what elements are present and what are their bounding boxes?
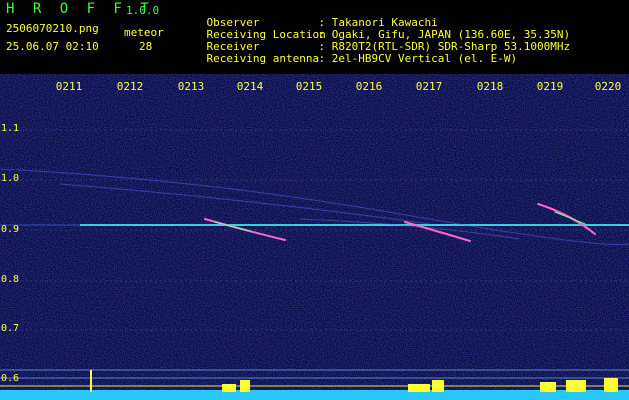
x-tick-label: 0211 [55, 80, 83, 93]
y-tick-label: 0.9 [1, 224, 20, 235]
noise-texture [0, 74, 629, 400]
x-tick-label: 0217 [415, 80, 443, 93]
spectrogram [0, 74, 629, 400]
signal-level-strip [0, 390, 629, 400]
x-tick-label: 0216 [355, 80, 383, 93]
x-tick-label: 0213 [177, 80, 205, 93]
x-tick-label: 0220 [594, 80, 622, 93]
info-label: Receiving antenna [206, 52, 320, 65]
info-antenna: Receiving antenna: 2el-HB9CV Vertical (e… [180, 41, 518, 77]
info-value: : 2el-HB9CV Vertical (el. E-W) [318, 52, 518, 65]
date-time: 25.06.07 02:10 [6, 40, 99, 53]
x-tick-label: 0219 [536, 80, 564, 93]
x-tick-label: 0215 [295, 80, 323, 93]
meteor-label: meteor [124, 26, 164, 39]
y-tick-label: 0.7 [1, 323, 20, 334]
file-name: 2506070210.png [6, 22, 99, 35]
header: H R O F F T 1.0.0 2506070210.png meteor … [0, 0, 629, 74]
y-tick-label: 0.6 [1, 373, 20, 384]
app-version: 1.0.0 [126, 4, 160, 17]
y-tick-label: 0.8 [1, 274, 20, 285]
y-tick-label: 1.1 [1, 123, 20, 134]
x-tick-label: 0218 [476, 80, 504, 93]
meteor-count: 28 [139, 40, 153, 53]
y-tick-label: 1.0 [1, 173, 20, 184]
x-tick-label: 0214 [236, 80, 264, 93]
x-tick-label: 0212 [116, 80, 144, 93]
